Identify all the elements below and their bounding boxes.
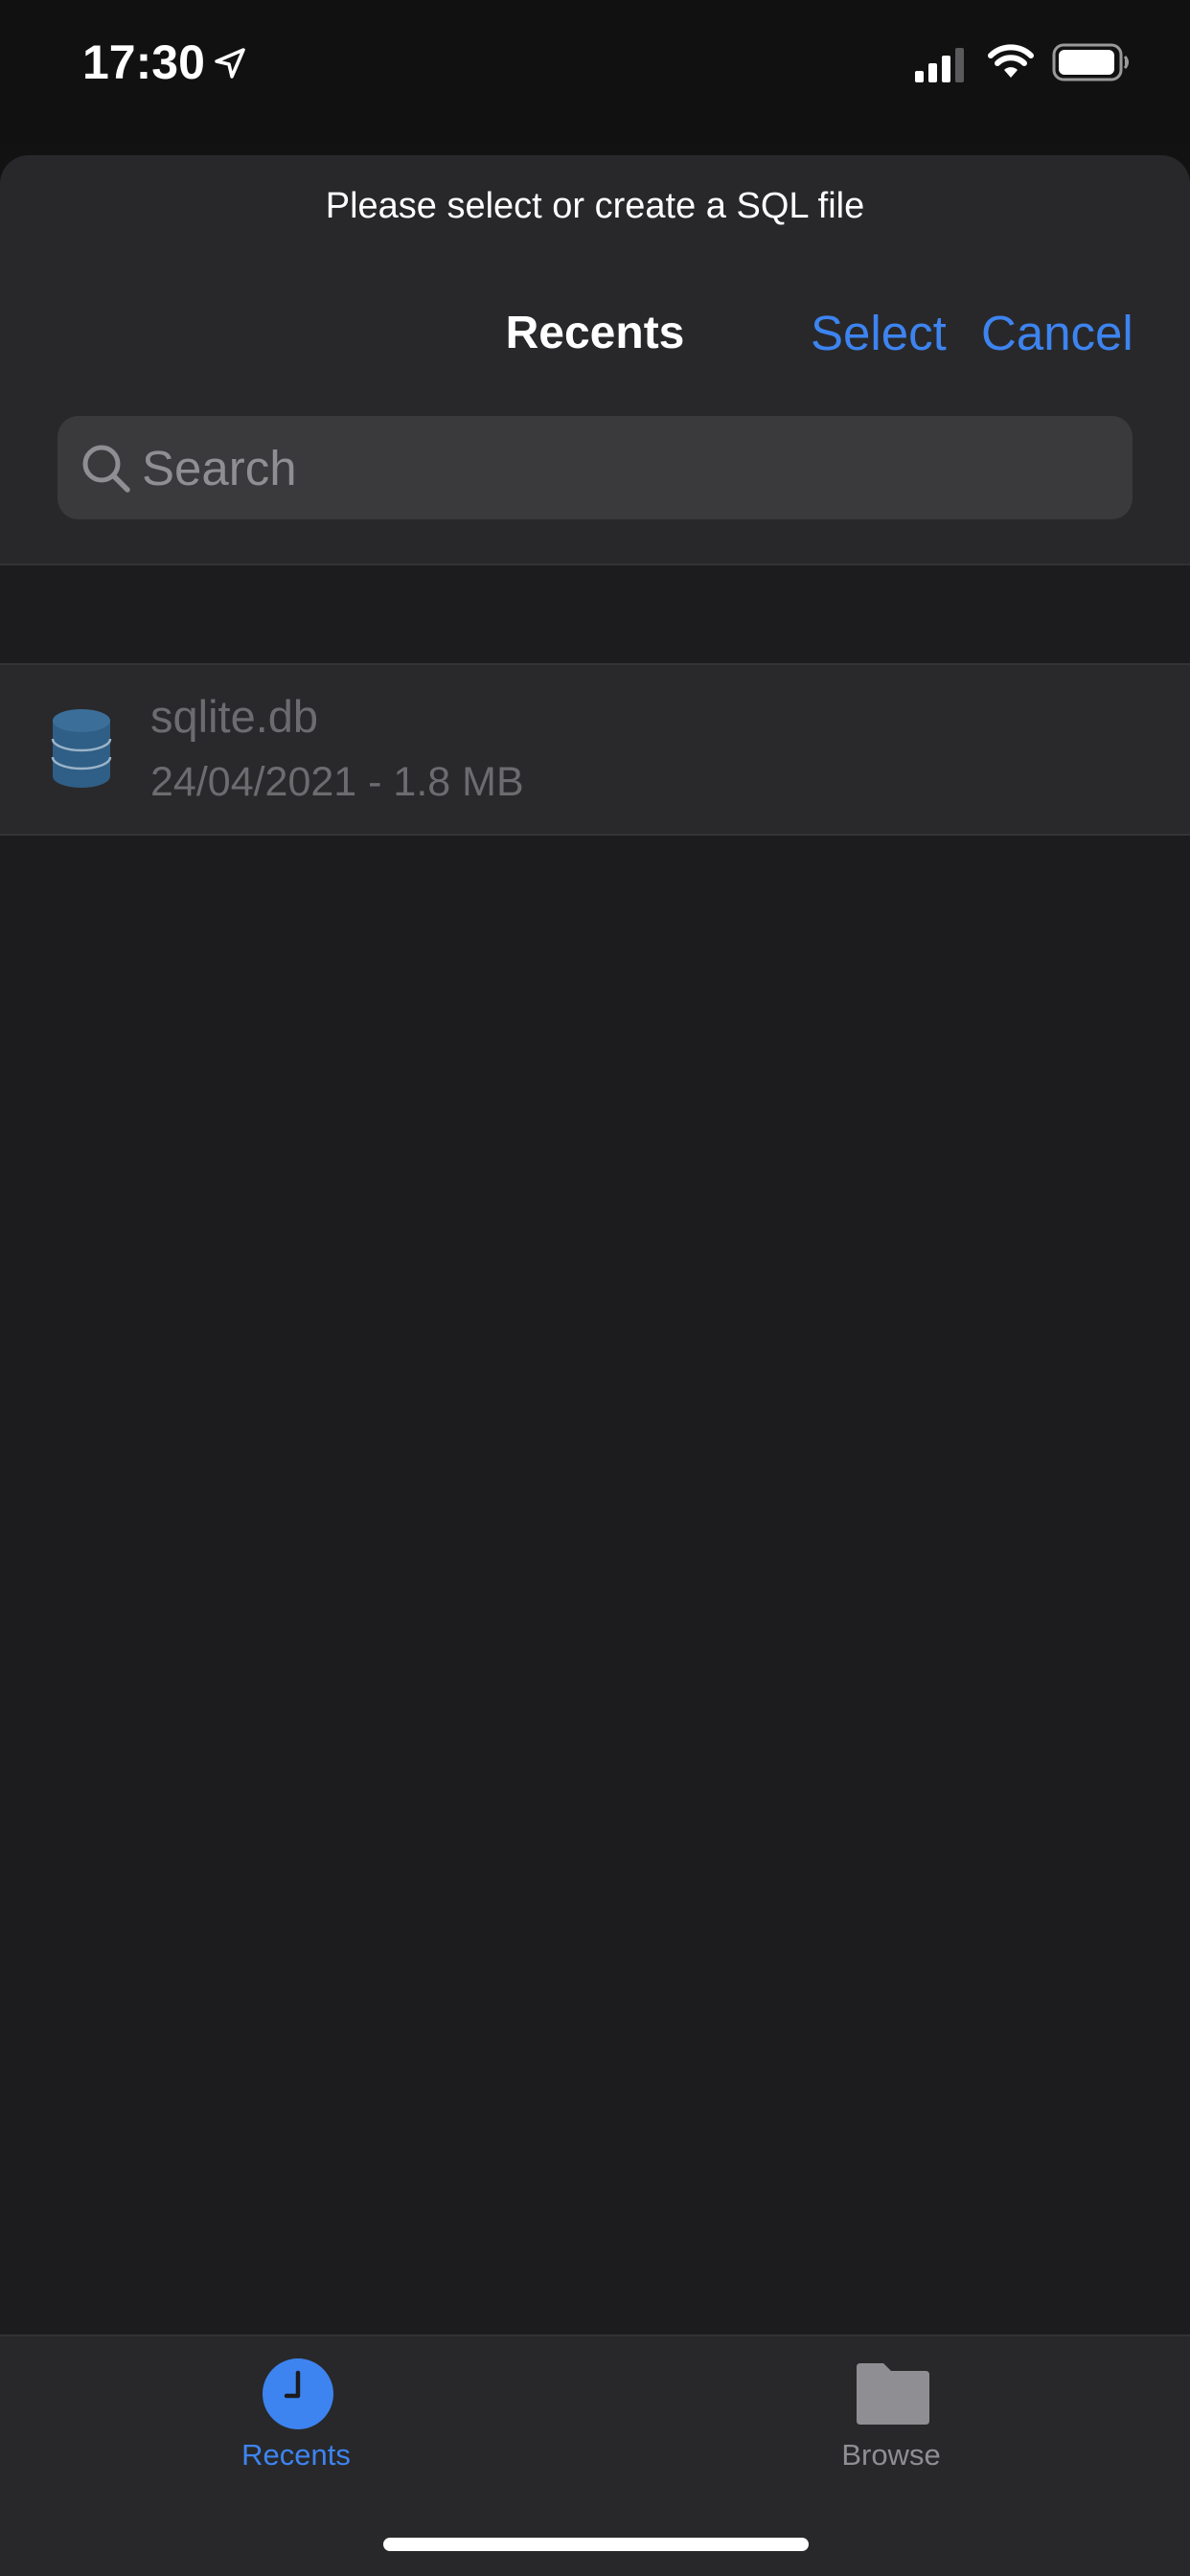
nav-title: Recents xyxy=(505,308,685,358)
tab-recents-label: Recents xyxy=(241,2438,351,2472)
status-time: 17:30 xyxy=(82,35,205,89)
clock-icon xyxy=(263,2358,333,2429)
status-bar: 17:30 xyxy=(0,0,1190,144)
search-bar[interactable] xyxy=(57,416,1133,519)
screen: 17:30 Please select or create a SQL file… xyxy=(0,0,1190,2576)
file-details: 24/04/2021 - 1.8 MB xyxy=(150,759,524,805)
picker-prompt: Please select or create a SQL file xyxy=(325,186,865,226)
search-input[interactable] xyxy=(142,433,1100,502)
sheet-header: Please select or create a SQL file Recen… xyxy=(0,155,1190,565)
file-name: sqlite.db xyxy=(150,691,319,742)
wifi-icon xyxy=(988,44,1034,78)
tab-recents[interactable]: Recents xyxy=(152,2336,440,2490)
database-icon xyxy=(51,709,112,788)
document-picker-sheet: Please select or create a SQL file Recen… xyxy=(0,155,1190,2576)
tab-browse[interactable]: Browse xyxy=(747,2336,1035,2490)
location-arrow-icon xyxy=(215,48,245,79)
list-item[interactable]: sqlite.db 24/04/2021 - 1.8 MB xyxy=(0,663,1190,836)
folder-icon xyxy=(857,2363,929,2425)
select-button[interactable]: Select xyxy=(811,305,947,361)
tab-browse-label: Browse xyxy=(841,2438,941,2472)
cellular-signal-icon xyxy=(915,48,964,82)
home-indicator[interactable] xyxy=(383,2538,809,2551)
battery-icon xyxy=(1052,43,1129,81)
cancel-button[interactable]: Cancel xyxy=(981,305,1133,361)
search-icon xyxy=(82,445,130,493)
